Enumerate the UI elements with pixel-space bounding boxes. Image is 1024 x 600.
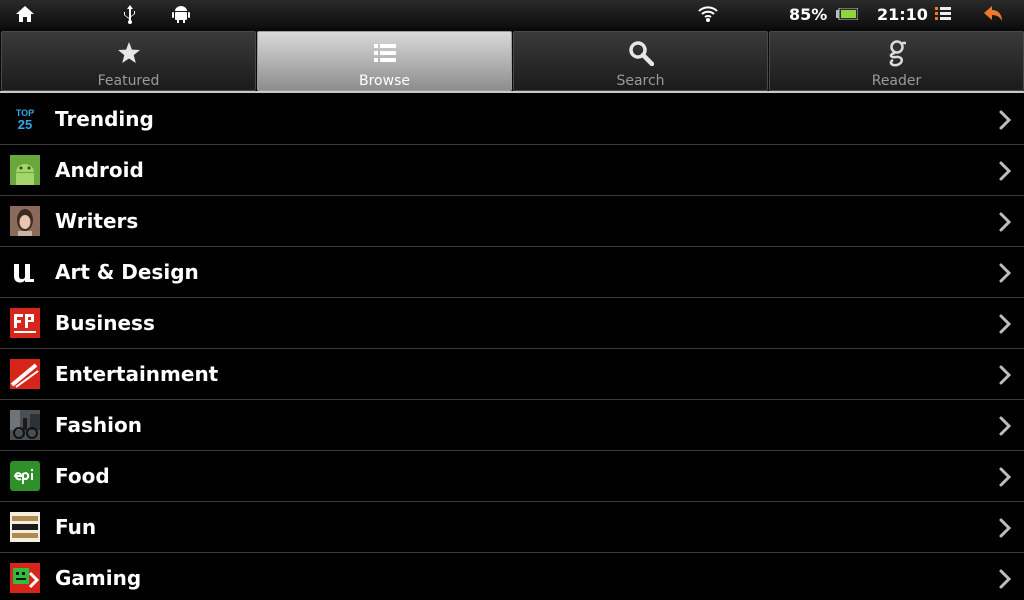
- list-icon: [372, 40, 398, 66]
- list-item-label: Fun: [55, 515, 97, 539]
- category-list: TOP 25 Trending Android Writers Art & Des…: [0, 94, 1024, 600]
- home-icon[interactable]: [14, 4, 36, 24]
- cheezburger-icon: [10, 512, 40, 542]
- chevron-right-icon: [999, 467, 1012, 487]
- svg-text:25: 25: [18, 117, 32, 132]
- tab-featured-label: Featured: [97, 73, 160, 89]
- tab-search-label: Search: [616, 73, 665, 89]
- list-item-entertainment[interactable]: Entertainment: [0, 349, 1024, 400]
- tab-reader[interactable]: Reader: [769, 31, 1024, 91]
- google-g-icon: [884, 40, 910, 67]
- android-icon: [10, 155, 40, 185]
- list-item-label: Fashion: [55, 413, 142, 437]
- chevron-right-icon: [999, 161, 1012, 181]
- tab-search[interactable]: Search: [513, 31, 768, 91]
- list-item-label: Business: [55, 311, 155, 335]
- list-item-android[interactable]: Android: [0, 145, 1024, 196]
- writer-portrait-icon: [10, 206, 40, 236]
- list-item-label: Art & Design: [55, 260, 199, 284]
- fashion-photo-icon: [10, 410, 40, 440]
- chevron-right-icon: [999, 365, 1012, 385]
- list-item-trending[interactable]: TOP 25 Trending: [0, 94, 1024, 145]
- fast-company-icon: [10, 308, 40, 338]
- status-bar: 85% 21:10: [0, 0, 1024, 28]
- tab-browse-label: Browse: [359, 73, 410, 89]
- clock: 21:10: [877, 5, 928, 24]
- epi-icon: [10, 461, 40, 491]
- list-item-label: Gaming: [55, 566, 142, 590]
- list-item-label: Android: [55, 158, 144, 182]
- search-icon: [628, 40, 654, 66]
- u-logo-icon: [10, 257, 40, 287]
- tab-featured[interactable]: Featured: [1, 31, 256, 91]
- chevron-right-icon: [999, 518, 1012, 538]
- chevron-right-icon: [999, 263, 1012, 283]
- battery-percent: 85%: [789, 5, 828, 24]
- tab-reader-label: Reader: [871, 73, 922, 89]
- wifi-icon: [697, 4, 719, 24]
- notification-list-icon[interactable]: [934, 4, 952, 24]
- gaming-icon: [10, 563, 40, 593]
- list-item-business[interactable]: Business: [0, 298, 1024, 349]
- list-item-label: Entertainment: [55, 362, 219, 386]
- list-item-art-design[interactable]: Art & Design: [0, 247, 1024, 298]
- list-item-fun[interactable]: Fun: [0, 502, 1024, 553]
- chevron-right-icon: [999, 416, 1012, 436]
- chevron-right-icon: [999, 569, 1012, 589]
- list-item-label: Writers: [55, 209, 139, 233]
- usb-icon: [121, 4, 139, 24]
- back-arrow-icon[interactable]: [982, 4, 1004, 24]
- list-item-label: Trending: [55, 107, 154, 131]
- tab-divider: [0, 91, 1024, 93]
- battery-icon: [836, 4, 858, 24]
- list-item-gaming[interactable]: Gaming: [0, 553, 1024, 600]
- list-item-fashion[interactable]: Fashion: [0, 400, 1024, 451]
- tab-browse[interactable]: Browse: [257, 31, 512, 91]
- star-icon: [116, 40, 142, 66]
- top25-icon: TOP 25: [10, 104, 40, 134]
- vanity-fair-icon: [10, 359, 40, 389]
- list-item-food[interactable]: Food: [0, 451, 1024, 502]
- list-item-writers[interactable]: Writers: [0, 196, 1024, 247]
- tab-bar: Featured Browse Search Reader: [0, 28, 1024, 92]
- android-debug-icon: [171, 4, 191, 24]
- chevron-right-icon: [999, 212, 1012, 232]
- chevron-right-icon: [999, 110, 1012, 130]
- list-item-label: Food: [55, 464, 110, 488]
- chevron-right-icon: [999, 314, 1012, 334]
